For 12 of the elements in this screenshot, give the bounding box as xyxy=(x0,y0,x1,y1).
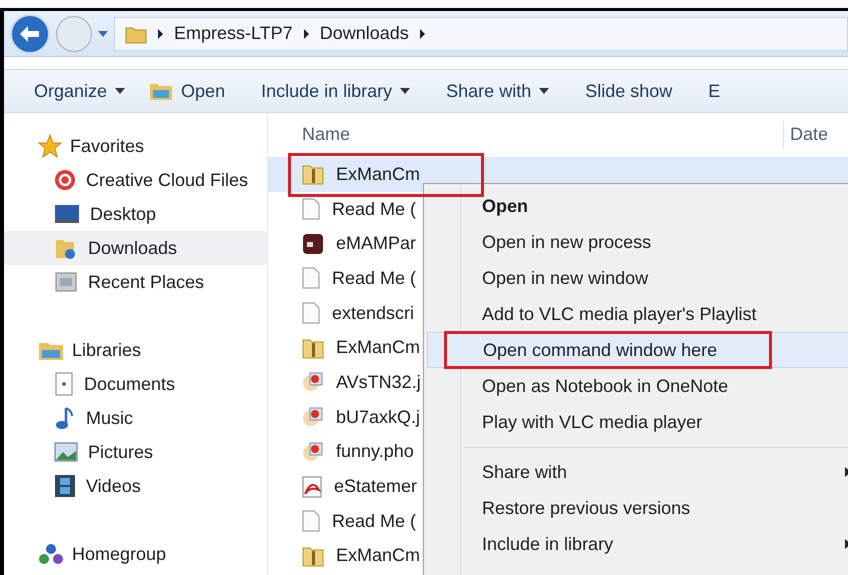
file-name: eMAMPar xyxy=(336,232,416,256)
file-name: Read Me ( xyxy=(332,266,416,290)
file-name: ExManCm xyxy=(336,544,420,568)
file-name: bU7axkQ.j xyxy=(336,406,420,429)
file-name: Read Me ( xyxy=(332,510,416,533)
file-name: ExManCm xyxy=(336,162,420,186)
file-name: funny.pho xyxy=(336,440,414,464)
file-name: AVsTN32.j xyxy=(336,370,421,394)
file-name: Read Me ( xyxy=(332,198,416,221)
file-name: ExManCm xyxy=(336,336,420,360)
file-name: eStatemer xyxy=(334,475,418,498)
file-name: extendscri xyxy=(332,302,414,325)
